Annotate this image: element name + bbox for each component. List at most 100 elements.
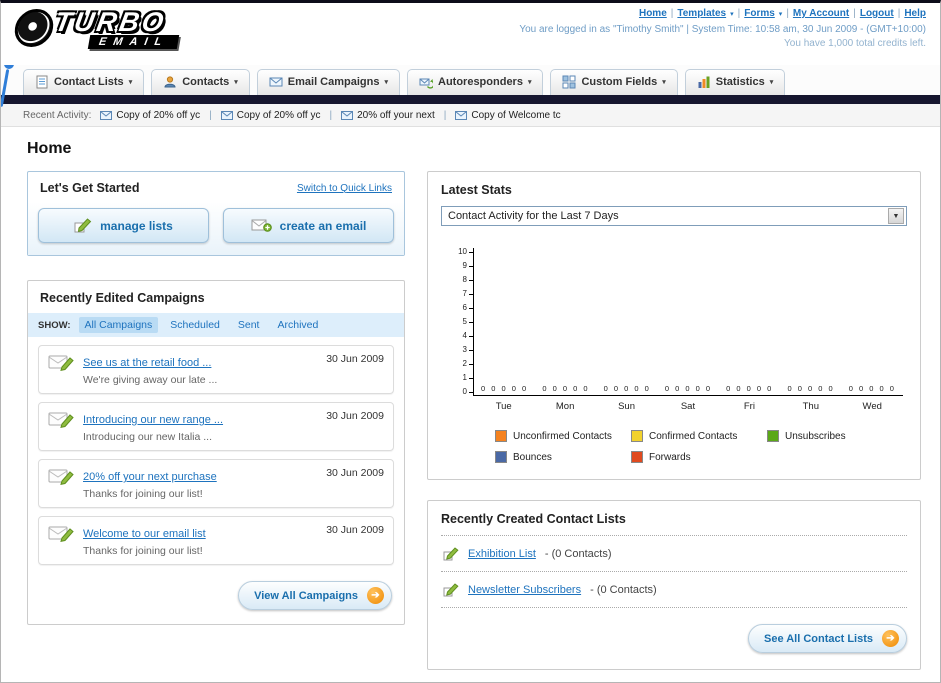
campaign-list-item[interactable]: Welcome to our email list Thanks for joi…: [38, 516, 394, 565]
logo-subtitle: EMAIL: [87, 35, 180, 49]
top-nav-my-account[interactable]: My Account: [793, 8, 849, 19]
legend-label: Forwards: [649, 451, 691, 463]
recent-activity-item[interactable]: Copy of 20% off yc: [220, 109, 321, 121]
legend-swatch-icon: [495, 430, 507, 442]
top-nav-forms[interactable]: Forms: [744, 8, 775, 19]
campaign-list-item[interactable]: See us at the retail food ... We're givi…: [38, 345, 394, 394]
manage-lists-button[interactable]: manage lists: [38, 208, 209, 243]
chart-plot: 0 0 0 0 0 0 0 0 0 0 0 0 0 0 0 0 0 0 0 0 0 0 …: [473, 248, 903, 396]
contact-list-link[interactable]: Exhibition List: [468, 548, 536, 560]
chart-x-label: Wed: [862, 401, 882, 412]
recently-created-contact-lists-panel: Recently Created Contact Lists Exhibitio…: [427, 500, 921, 670]
chart-value-group: 0 0 0 0 0: [542, 384, 590, 393]
logo-title: TURBO: [52, 7, 169, 37]
logo-text: TURBO EMAIL: [52, 7, 180, 49]
separator: |: [670, 8, 674, 19]
app-logo: TURBO EMAIL: [12, 7, 180, 49]
campaign-list-item[interactable]: 20% off your next purchase Thanks for jo…: [38, 459, 394, 508]
show-label: SHOW:: [38, 319, 71, 331]
contact-lists-panel-title: Recently Created Contact Lists: [441, 512, 907, 536]
latest-stats-panel: Latest Stats Contact Activity for the La…: [427, 171, 921, 480]
nav-divider-bar: [1, 95, 940, 104]
pencil-paper-icon: [74, 218, 92, 233]
filter-tab-archived[interactable]: Archived: [271, 317, 324, 333]
campaign-date: 30 Jun 2009: [326, 524, 384, 536]
separator: |: [737, 8, 741, 19]
contact-lists-icon: [36, 75, 48, 89]
main-content: Home Let's Get Started Switch to Quick L…: [1, 127, 940, 670]
legend-item: Unsubscribes: [767, 430, 903, 442]
campaign-list-item[interactable]: Introducing our new range ... Introducin…: [38, 402, 394, 451]
chart-y-tick: 4: [463, 332, 473, 340]
campaign-date: 30 Jun 2009: [326, 353, 384, 365]
page-title: Home: [27, 140, 72, 157]
chart-x-label: Mon: [555, 401, 575, 412]
chart-x-label: Tue: [495, 401, 512, 412]
campaign-subtitle: We're giving away our late ...: [83, 374, 218, 386]
campaign-edit-icon: [48, 412, 74, 428]
top-nav-help[interactable]: Help: [904, 8, 926, 19]
chart-y-tick: 5: [463, 318, 473, 326]
campaign-title-link[interactable]: Welcome to our email list: [83, 528, 206, 540]
logo-swirl-icon: [12, 9, 56, 47]
tab-custom-fields[interactable]: Custom Fields ▾: [550, 69, 678, 95]
legend-label: Confirmed Contacts: [649, 430, 738, 442]
contacts-icon: [164, 76, 176, 88]
contact-list-item[interactable]: Newsletter Subscribers - (0 Contacts): [441, 572, 907, 608]
chart-y-tick: 10: [458, 248, 473, 256]
recent-activity-text: Copy of 20% off yc: [236, 109, 321, 121]
top-nav-logout[interactable]: Logout: [860, 8, 894, 19]
create-email-button[interactable]: create an email: [223, 208, 394, 243]
tab-email-campaigns[interactable]: Email Campaigns ▾: [256, 69, 400, 95]
top-nav: Home | Templates ▾ | Forms ▾ | My Accoun…: [519, 8, 926, 19]
tab-contacts[interactable]: Contacts ▾: [151, 69, 250, 95]
campaign-title-link[interactable]: Introducing our new range ...: [83, 414, 223, 426]
separator: |: [443, 109, 447, 121]
switch-quick-links-link[interactable]: Switch to Quick Links: [297, 183, 392, 194]
tab-autoresponders[interactable]: Autoresponders ▾: [407, 69, 544, 95]
chart-y-tick: 7: [463, 290, 473, 298]
top-nav-home[interactable]: Home: [639, 8, 667, 19]
legend-swatch-icon: [767, 430, 779, 442]
recent-activity-item[interactable]: Copy of Welcome tc: [455, 110, 561, 121]
recent-activity-item[interactable]: 20% off your next: [341, 110, 435, 121]
filter-tab-sent[interactable]: Sent: [232, 317, 266, 333]
envelope-icon: [220, 110, 233, 120]
caret-icon: ▾: [769, 79, 774, 86]
filter-tab-all-campaigns[interactable]: All Campaigns: [78, 317, 159, 333]
recent-activity-text: Copy of 20% off yc: [116, 109, 201, 121]
recent-activity-label: Recent Activity:: [23, 109, 92, 121]
legend-item: Unconfirmed Contacts: [495, 430, 631, 442]
legend-item: Confirmed Contacts: [631, 430, 767, 442]
chart-y-tick: 0: [463, 388, 473, 396]
header-right: Home | Templates ▾ | Forms ▾ | My Accoun…: [519, 8, 926, 49]
caret-icon: ▾: [128, 79, 133, 86]
contact-list-item[interactable]: Exhibition List - (0 Contacts): [441, 536, 907, 572]
recent-activity-text: 20% off your next: [357, 109, 435, 121]
top-nav-templates[interactable]: Templates: [677, 8, 726, 19]
chart-y-axis: 10 9 8 7 6 5 4 3 2 1 0: [451, 248, 473, 396]
separator: |: [897, 8, 901, 19]
campaign-title-link[interactable]: 20% off your next purchase: [83, 471, 217, 483]
campaign-subtitle: Introducing our new Italia ...: [83, 431, 212, 443]
separator: |: [853, 8, 856, 19]
see-all-contact-lists-button[interactable]: See All Contact Lists ➔: [747, 624, 907, 653]
recent-activity-item[interactable]: Copy of 20% off yc: [100, 110, 200, 121]
create-email-label: create an email: [279, 218, 367, 233]
app-window: TURBO EMAIL Home | Templates ▾ | Forms ▾…: [0, 0, 941, 683]
filter-tab-scheduled[interactable]: Scheduled: [164, 317, 226, 333]
tab-statistics[interactable]: Statistics ▾: [684, 69, 786, 95]
tab-contact-lists[interactable]: Contact Lists ▾: [23, 69, 145, 95]
campaign-title-link[interactable]: See us at the retail food ...: [83, 357, 211, 369]
stats-activity-select[interactable]: Contact Activity for the Last 7 Days ▼: [441, 206, 907, 226]
view-all-campaigns-button[interactable]: View All Campaigns ➔: [238, 581, 392, 610]
chart-y-tick: 3: [463, 346, 473, 354]
chart-value-group: 0 0 0 0 0: [481, 384, 529, 393]
contact-list-count: - (0 Contacts): [544, 548, 612, 560]
arrow-right-icon: ➔: [367, 587, 384, 604]
contact-activity-chart: 10 9 8 7 6 5 4 3 2 1 0 0 0 0 0 00 0 0 0 00 0 0 0 0…: [451, 248, 903, 463]
recent-activity-bar: Recent Activity: Copy of 20% off yc | Co…: [1, 104, 940, 127]
chart-y-tick: 9: [463, 262, 473, 270]
envelope-plus-icon: [251, 219, 272, 232]
contact-list-link[interactable]: Newsletter Subscribers: [468, 584, 581, 596]
